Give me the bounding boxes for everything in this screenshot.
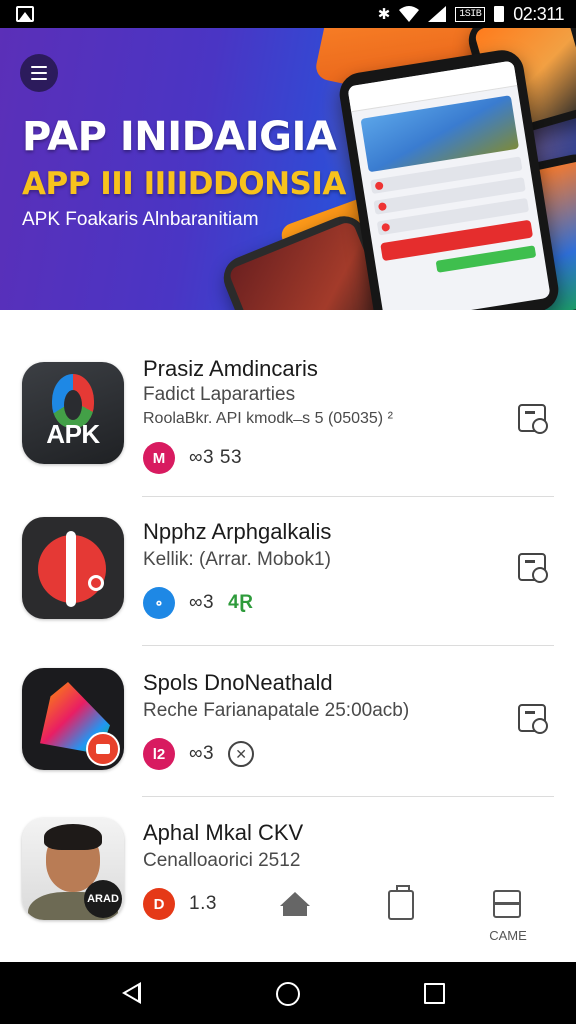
- spot-app-icon: [22, 668, 124, 770]
- app-stat: ∞3: [189, 743, 215, 764]
- status-left: [16, 6, 34, 22]
- app-list-item[interactable]: APK Prasiz Amdincaris Fadict Lapararties…: [0, 330, 576, 497]
- hero-subtitle: APP III IIIIDDONSIA: [22, 166, 346, 202]
- app-badge: l2: [143, 738, 175, 770]
- back-icon[interactable]: [122, 982, 141, 1004]
- app-subtitle: Fadict Lapararties: [143, 384, 296, 405]
- download-icon[interactable]: [518, 704, 548, 734]
- app-stats: l2 ∞3 ✕: [143, 738, 255, 770]
- app-title: Spols DnoNeathald: [143, 670, 333, 695]
- hero-title: PAP INIDAIGIA: [22, 114, 337, 160]
- menu-button[interactable]: [20, 54, 58, 92]
- bluetooth-icon: ✱: [377, 6, 391, 23]
- system-navigation-bar: [0, 962, 576, 1024]
- recent-apps-icon[interactable]: [424, 983, 445, 1004]
- clock: 02:311: [513, 3, 564, 24]
- hamburger-icon-line: [31, 66, 47, 68]
- app-title: Npphz Arphgalkalis: [143, 519, 332, 544]
- download-icon[interactable]: [518, 553, 548, 583]
- status-right: ✱ 1SIB 02:311: [377, 3, 565, 25]
- home-icon[interactable]: [276, 982, 300, 1006]
- battery-percent-label: 1SIB: [455, 6, 486, 22]
- wifi-icon: [399, 6, 420, 22]
- hero-phone-screen: [347, 60, 551, 310]
- app-subtitle: Reche Farianapatale 25:00acb): [143, 700, 410, 721]
- camera-badge-icon: [86, 732, 120, 766]
- tab-game-icon[interactable]: [493, 890, 521, 918]
- app-badge: ∘: [143, 587, 175, 619]
- close-icon[interactable]: ✕: [228, 741, 255, 767]
- app-list-item[interactable]: Spols DnoNeathald Reche Farianapatale 25…: [0, 646, 576, 797]
- hamburger-icon-line: [31, 72, 47, 74]
- app-title: Aphal Mkal CKV: [143, 820, 304, 845]
- app-stat: ∞3: [189, 592, 215, 613]
- download-icon[interactable]: [518, 404, 548, 434]
- app-stats: ∘ ∞3 4Ɽ: [143, 587, 253, 619]
- signal-icon: [428, 6, 447, 22]
- app-title: Prasiz Amdincaris: [143, 356, 318, 381]
- hero-tagline: APK Foakaris Alnbaranitiam: [22, 209, 259, 230]
- app-stats: M ∞3 53: [143, 442, 242, 474]
- pin-app-icon: [22, 517, 124, 619]
- tab-files-icon[interactable]: [388, 885, 414, 920]
- hero-banner[interactable]: PAP INIDAIGIA APP III IIIIDDONSIA APK Fo…: [0, 28, 576, 310]
- apk-app-icon: APK: [22, 362, 124, 464]
- app-subtitle: Cenalloaorici 2512: [143, 850, 301, 871]
- bottom-tab-bar: CAME: [0, 870, 576, 962]
- tab-game-label[interactable]: CAME: [480, 928, 536, 943]
- battery-icon: [494, 6, 505, 22]
- screen: ✱ 1SIB 02:311 PAP INIDAIGIA APP III IIII…: [0, 0, 576, 1024]
- app-badge: M: [143, 442, 175, 474]
- apk-icon-label: APK: [46, 419, 100, 449]
- gallery-notification-icon: [16, 6, 34, 22]
- tab-home-icon[interactable]: [280, 892, 310, 920]
- status-bar: ✱ 1SIB 02:311: [0, 0, 576, 28]
- app-stat-extra: 4Ɽ: [228, 592, 254, 613]
- app-list-item[interactable]: Npphz Arphgalkalis Kellik: (Arrar. Mobok…: [0, 497, 576, 647]
- app-subtitle: Kellik: (Arrar. Mobok1): [143, 549, 331, 570]
- hamburger-icon-line: [31, 78, 47, 80]
- app-stat: ∞3 53: [189, 447, 243, 468]
- app-meta: RoolaBkr. API kmodk ̶ s 5 (05035) ²: [143, 410, 393, 427]
